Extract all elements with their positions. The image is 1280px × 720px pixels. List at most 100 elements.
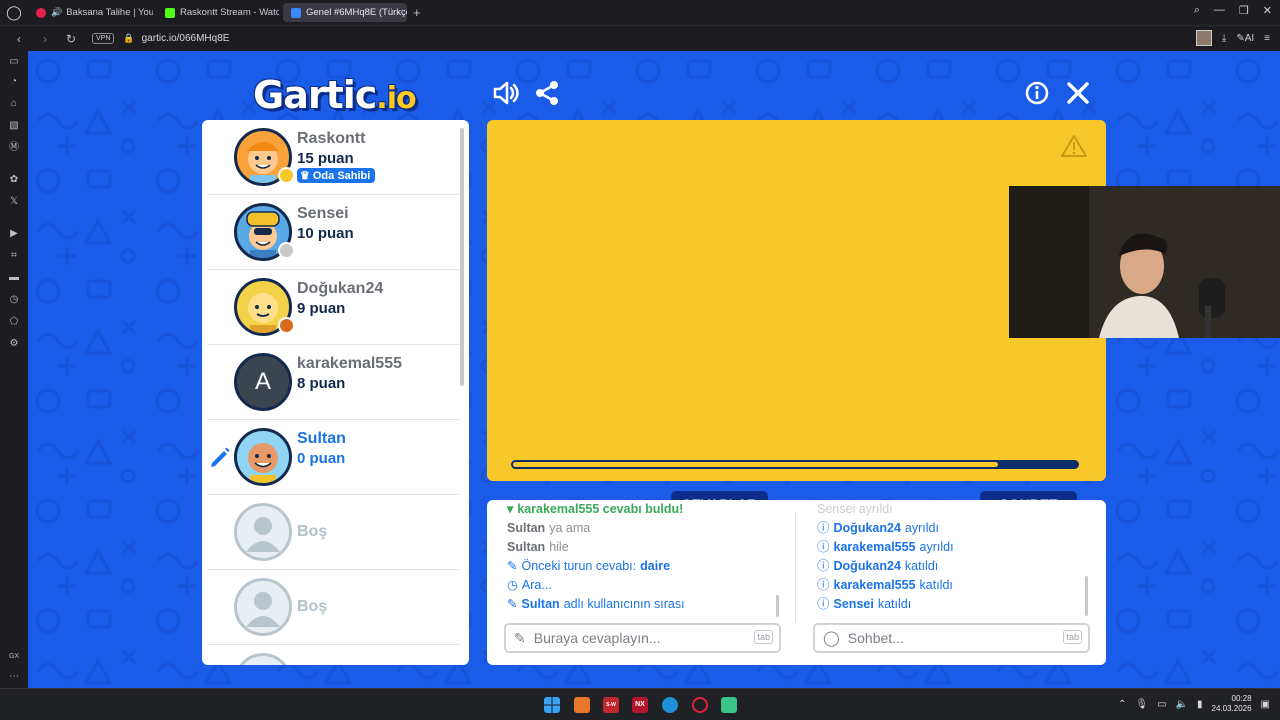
opera-logo-icon[interactable]: ◯ bbox=[0, 0, 28, 25]
player-score: 15 puan bbox=[297, 150, 354, 167]
chat-scrollbar[interactable] bbox=[1085, 576, 1088, 616]
sidebar-control-icon[interactable]: ◔ bbox=[7, 75, 21, 89]
player-row[interactable]: A karakemal555 8 puan bbox=[207, 345, 459, 420]
streamer-webcam-image bbox=[1009, 186, 1280, 338]
taskbar-sw-icon[interactable]: S-W bbox=[603, 697, 619, 713]
answer-input-box[interactable]: ✎ tab bbox=[504, 623, 781, 653]
reload-icon[interactable]: ↻ bbox=[64, 32, 78, 46]
sidebar-gx-icon[interactable]: ▭ bbox=[7, 55, 21, 69]
notification-icon[interactable]: ▣ bbox=[1261, 699, 1270, 710]
answer-message: ◷ Ara... bbox=[507, 576, 685, 595]
empty-slot-label: Boş bbox=[297, 523, 328, 540]
player-name: Raskontt bbox=[297, 130, 366, 147]
chat-message: ⓘ Doğukan24 katıldı bbox=[817, 557, 954, 576]
microphone-icon[interactable]: 🎙 bbox=[1135, 699, 1148, 710]
close-icon[interactable] bbox=[1064, 79, 1092, 107]
taskbar-app-icon[interactable] bbox=[574, 697, 590, 713]
opera-gx-icon[interactable] bbox=[692, 697, 708, 713]
ai-icon[interactable]: ✎AI bbox=[1236, 33, 1254, 44]
avatar-letter: A bbox=[254, 368, 271, 395]
windows-start-icon[interactable] bbox=[544, 697, 560, 713]
browser-tab-0[interactable]: 🔊 Baksana Talihe | YouTu bbox=[28, 3, 153, 22]
screen: ◯ 🔊 Baksana Talihe | YouTu Raskontt Stre… bbox=[0, 0, 1280, 720]
answers-scrollbar[interactable] bbox=[776, 595, 779, 617]
chat-message: Sensei ayrıldı bbox=[817, 500, 954, 519]
player-row[interactable]: Raskontt 15 puan ♛ Oda Sahibi bbox=[207, 120, 459, 195]
browser-tab-2[interactable]: Genel #6MHq8E (Türkçe) bbox=[283, 3, 407, 22]
info-icon[interactable] bbox=[1023, 79, 1051, 107]
message-user: Sultan bbox=[521, 597, 560, 611]
tray-chevron-icon[interactable]: ⌃ bbox=[1118, 699, 1126, 710]
logo-text: Gartic bbox=[253, 73, 377, 117]
report-warning-icon[interactable] bbox=[1061, 134, 1087, 158]
badge-label: Oda Sahibi bbox=[312, 169, 371, 182]
search-tabs-icon[interactable]: ⌕ bbox=[1194, 4, 1200, 17]
forward-icon[interactable]: › bbox=[38, 32, 52, 46]
youtube-favicon-icon bbox=[36, 7, 46, 18]
answer-message: ▾ karakemal555 cevabı buldu! bbox=[507, 500, 685, 519]
sidebar-chatgpt-icon[interactable]: ✿ bbox=[7, 173, 21, 187]
empty-avatar bbox=[234, 503, 292, 561]
status-dot bbox=[278, 317, 295, 334]
players-scrollbar[interactable] bbox=[460, 128, 464, 386]
address-bar: ‹ › ↻ VPN 🔒 gartic.io/066MHq8E ⤓ ✎AI ≡ bbox=[0, 25, 1280, 51]
sound-icon[interactable] bbox=[492, 79, 520, 107]
avatar: A bbox=[234, 353, 292, 411]
new-tab-icon[interactable]: + bbox=[413, 5, 421, 20]
sidebar-history-icon[interactable]: ◷ bbox=[7, 293, 21, 307]
message-user: Sultan bbox=[507, 521, 546, 535]
sidebar-twitch-icon[interactable]: ▧ bbox=[7, 119, 21, 133]
edge-icon[interactable] bbox=[662, 697, 678, 713]
taskbar-nx-icon[interactable]: NX bbox=[632, 697, 648, 713]
network-icon[interactable]: ▭ bbox=[1157, 699, 1166, 710]
chat-message: ⓘ Doğukan24 ayrıldı bbox=[817, 519, 954, 538]
message-text: ya ama bbox=[549, 521, 591, 535]
sidebar-pin-icon[interactable]: ⌗ bbox=[7, 249, 21, 263]
player-name: Sultan bbox=[297, 430, 346, 447]
profile-avatar[interactable] bbox=[1195, 30, 1212, 46]
sidebar-wallet-icon[interactable]: ▬ bbox=[7, 271, 21, 285]
share-icon[interactable] bbox=[533, 79, 561, 107]
message-text: Önceki turun cevabı: bbox=[521, 559, 637, 573]
vpn-badge[interactable]: VPN bbox=[92, 33, 115, 44]
sidebar-x-icon[interactable]: 𝕏 bbox=[7, 195, 21, 209]
player-score: 10 puan bbox=[297, 225, 354, 242]
clock[interactable]: 00:28 24.03.2026 bbox=[1212, 694, 1252, 714]
sidebar-shop-icon[interactable]: ⌂ bbox=[7, 97, 21, 111]
player-row[interactable]: Sensei 10 puan bbox=[207, 195, 459, 270]
info-icon: ⓘ bbox=[817, 521, 830, 535]
chat-input-box[interactable]: ◯ tab bbox=[813, 623, 1090, 653]
person-placeholder-icon bbox=[246, 592, 280, 627]
chat-input[interactable] bbox=[847, 630, 1048, 646]
maximize-icon[interactable]: ❐ bbox=[1239, 4, 1249, 17]
sidebar-m-icon[interactable]: Ⓜ bbox=[7, 141, 21, 155]
back-icon[interactable]: ‹ bbox=[12, 32, 26, 46]
lock-icon[interactable]: 🔒 bbox=[123, 33, 134, 44]
battery-icon[interactable]: ▮ bbox=[1197, 699, 1203, 710]
clock-icon: ◷ bbox=[507, 578, 518, 592]
taskbar-green-app-icon[interactable] bbox=[721, 697, 737, 713]
player-row-drawing[interactable]: Sultan 0 puan bbox=[207, 420, 459, 495]
message-text: Ara... bbox=[521, 578, 552, 592]
minimize-icon[interactable]: — bbox=[1214, 4, 1225, 17]
chat-bubble-icon: ◯ bbox=[823, 630, 840, 647]
volume-icon[interactable]: 🔈 bbox=[1176, 699, 1188, 710]
sidebar-extensions-icon[interactable]: ⬠ bbox=[7, 315, 21, 329]
chat-message: ⓘ karakemal555 ayrıldı bbox=[817, 538, 954, 557]
sidebar-settings-icon[interactable]: ⚙ bbox=[7, 337, 21, 351]
menu-icon[interactable]: ≡ bbox=[1264, 33, 1270, 44]
webcam-overlay bbox=[1009, 186, 1280, 338]
close-window-icon[interactable]: ✕ bbox=[1263, 4, 1272, 17]
message-text: katıldı bbox=[904, 559, 939, 573]
url-field[interactable]: gartic.io/066MHq8E bbox=[142, 33, 230, 44]
message-text: ayrıldı bbox=[904, 521, 939, 535]
answer-input[interactable] bbox=[533, 630, 734, 646]
message-text: adlı kullanıcının sırası bbox=[563, 597, 685, 611]
browser-tab-1[interactable]: Raskontt Stream - Watch L bbox=[157, 3, 279, 22]
answer-message: Sultan hile bbox=[507, 538, 685, 557]
sidebar-more-icon[interactable]: ⋯ bbox=[7, 670, 21, 684]
sidebar-player-icon[interactable]: ▶ bbox=[7, 227, 21, 241]
player-row[interactable]: Doğukan24 9 puan bbox=[207, 270, 459, 345]
download-icon[interactable]: ⤓ bbox=[1222, 33, 1226, 44]
answer-message: ✎ Sultan adlı kullanıcının sırası bbox=[507, 595, 685, 614]
